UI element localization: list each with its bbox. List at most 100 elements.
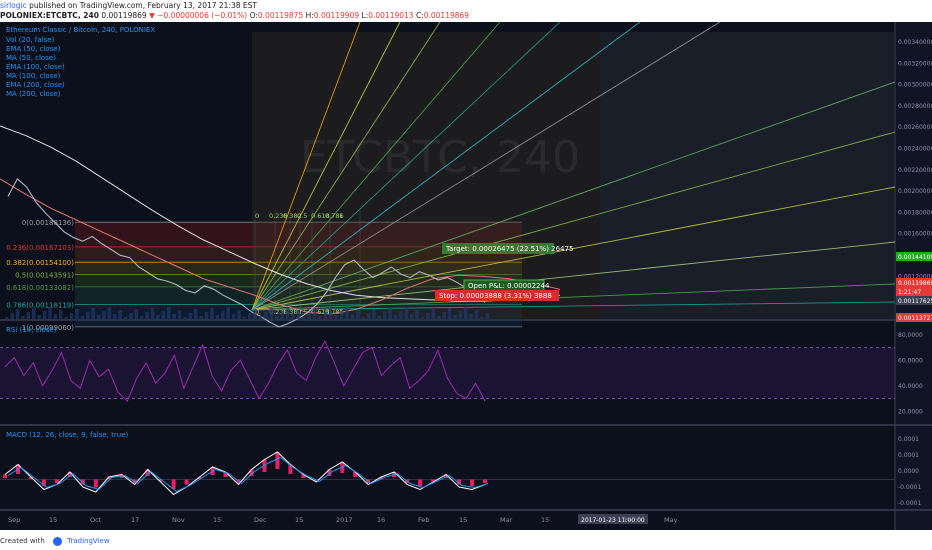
crosshair-time-text: 2017-01-23 11:00:00 — [581, 517, 645, 524]
macd-axis-tick: -0.0001 — [898, 484, 921, 491]
volume-bar — [410, 314, 414, 319]
volume-bar — [59, 310, 63, 319]
volume-bar — [210, 308, 214, 319]
price-change: −0.00000006 (−0.01%) — [157, 11, 248, 20]
stop-label-text: Stop: 0.00003888 (3.31%) 3888 — [439, 292, 552, 300]
price-axis-tick: 0.00160000 — [898, 231, 932, 238]
legend-item: Vol (20, false) — [6, 36, 54, 44]
fib-level-label: 0.786(0.00118119) — [6, 301, 74, 309]
chart-area[interactable]: 0(0.00188136) 0.236(0.00167103) 0.382(0.00… — [0, 22, 932, 530]
fib-level-label: 0.382(0.00154100) — [6, 259, 74, 267]
price-axis-tick: 0.00180000 — [898, 209, 932, 216]
volume-bar — [237, 310, 241, 319]
volume-bar — [161, 311, 166, 319]
time-axis-tick: 15 — [49, 516, 57, 524]
last-price: 0.00119869 — [101, 11, 147, 20]
volume-bar — [366, 313, 371, 319]
volume-bar — [129, 313, 133, 319]
price-axis-tick: 0.00280000 — [898, 103, 932, 110]
rsi-axis-tick: 80.0000 — [898, 332, 923, 339]
volume-bar — [21, 316, 25, 319]
stop-label: Stop: 0.00003888 (3.31%) 3888 — [435, 290, 559, 301]
symbol-watermark: ETCBTC, 240 — [300, 132, 580, 183]
volume-bar — [388, 308, 392, 319]
time-axis-tick: Sep — [8, 516, 20, 524]
macd-axis-tick: 0.0000 — [898, 468, 919, 475]
time-axis-tick: 16 — [377, 516, 385, 524]
volume-bar — [80, 316, 85, 319]
fib-level-label: 0.5(0.00143591) — [15, 272, 74, 280]
fan-top-label: 0.5 — [297, 212, 307, 220]
legend-item: MA (100, close) — [6, 72, 61, 80]
time-axis-tick: Dec — [254, 516, 267, 524]
volume-bar — [437, 316, 441, 319]
volume-bar — [377, 316, 382, 319]
volume-bar — [199, 316, 203, 319]
fib-level-label: 0.618(0.00133082) — [6, 284, 74, 292]
volume-bar — [177, 310, 182, 319]
fan-zone-right — [600, 32, 895, 319]
volume-bar — [264, 312, 268, 319]
volume-bar — [431, 309, 436, 319]
volume-bar — [480, 317, 484, 319]
volume-bar — [474, 310, 479, 319]
crosshair-time-badge: 2017-01-23 11:00:00 — [578, 514, 648, 524]
volume-bar — [275, 315, 279, 319]
volume-bar — [32, 308, 36, 319]
rsi-axis-tick: 60.0000 — [898, 357, 923, 364]
volume-bar — [302, 317, 306, 319]
price-badge-text: 0.00117625 — [898, 298, 932, 305]
volume-bar — [464, 307, 468, 319]
volume-bar — [469, 314, 473, 319]
volume-bar — [145, 312, 149, 319]
time-axis-tick: 15 — [541, 516, 549, 524]
volume-bar — [150, 308, 155, 319]
volume-bar — [15, 309, 20, 319]
volume-bar — [339, 311, 344, 319]
volume-bar — [75, 309, 79, 319]
created-with-label: Created with — [0, 537, 45, 545]
volume-bar — [269, 308, 274, 319]
volume-bar — [134, 309, 139, 319]
price-badge-text: 0.00119869 — [898, 280, 932, 287]
volume-bar — [329, 308, 333, 319]
chart-svg[interactable]: 0(0.00188136) 0.236(0.00167103) 0.382(0.00… — [0, 22, 932, 530]
time-axis-tick: 15 — [295, 516, 303, 524]
tradingview-link[interactable]: TradingView — [67, 537, 109, 545]
price-badge: 0.00113727 — [896, 313, 932, 322]
volume-bar — [356, 310, 360, 319]
price-badge-text: 0.00113727 — [898, 315, 932, 322]
volume-bar — [420, 317, 425, 319]
time-axis-tick: Oct — [90, 516, 102, 524]
author-link[interactable]: sirlogic — [0, 1, 27, 10]
volume-bar — [69, 313, 74, 319]
volume-bar — [183, 317, 187, 319]
volume-bar — [393, 315, 398, 319]
volume-bar — [64, 317, 68, 319]
volume-bar — [458, 311, 463, 319]
volume-bar — [383, 312, 387, 319]
volume-bar — [86, 312, 90, 319]
symbol-label: POLONIEX:ETCBTC, 240 — [0, 11, 99, 20]
legend-item: MA (50, close) — [6, 54, 56, 62]
volume-bar — [226, 307, 230, 319]
legend-item: EMA (200, close) — [6, 81, 65, 89]
price-badge-text: 0.00144100 — [898, 254, 932, 261]
down-arrow-icon: ▼ — [149, 11, 155, 20]
price-axis-tick: 0.00320000 — [898, 60, 932, 67]
volume-bar — [242, 317, 247, 319]
rsi-band — [0, 347, 895, 399]
legend-item: EMA (50, close) — [6, 45, 61, 53]
price-axis-tick: 0.00340000 — [898, 39, 932, 46]
volume-bar — [280, 311, 284, 319]
legend-item: EMA (100, close) — [6, 63, 65, 71]
fib-level-label: 0(0.00188136) — [22, 219, 74, 227]
open-value: 0.00119875 — [257, 11, 304, 20]
volume-bar — [485, 313, 490, 319]
footer: Created with TradingView — [0, 533, 932, 550]
volume-bar — [453, 315, 457, 319]
open-pl-text: Open P&L: 0.00002244 — [468, 282, 550, 290]
volume-bar — [285, 307, 290, 319]
volume-bar — [399, 311, 403, 319]
target-label: Target: 0.00026475 (22.51%) 26475 — [442, 243, 573, 254]
